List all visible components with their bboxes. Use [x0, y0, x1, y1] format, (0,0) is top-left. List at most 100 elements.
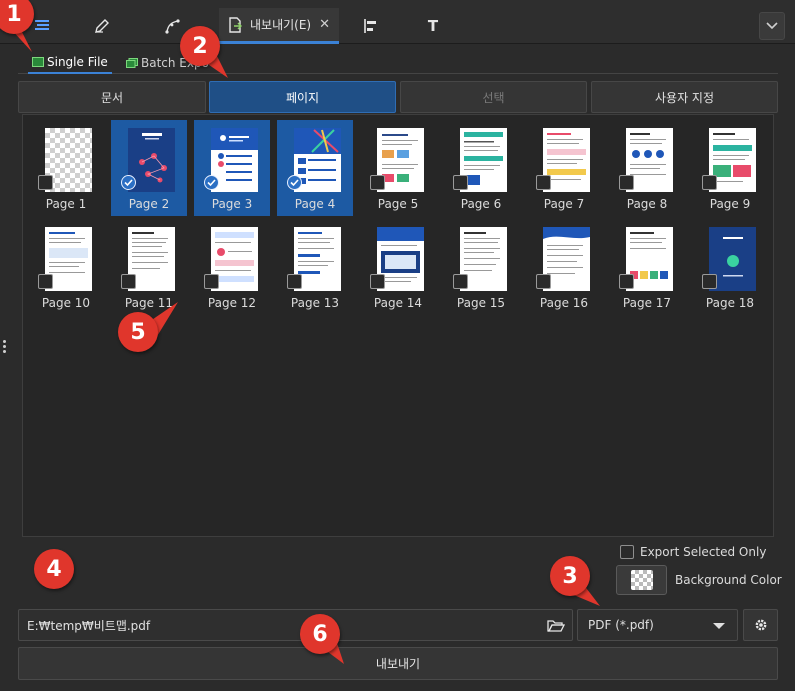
tab-single-file-label: Single File [47, 55, 108, 69]
callout-marker-5: 5 [118, 312, 158, 352]
page-label: Page 11 [124, 296, 174, 310]
tab-edit[interactable] [80, 8, 124, 44]
tab-align[interactable] [350, 8, 390, 44]
tab-close-icon[interactable]: ✕ [319, 17, 330, 32]
page-thumbnail[interactable]: Page 9 [692, 120, 768, 216]
page-label: Page 18 [705, 296, 755, 310]
page-thumbnail[interactable]: Page 15 [443, 219, 519, 315]
export-selected-only-checkbox[interactable]: Export Selected Only [620, 544, 766, 560]
page-checkbox[interactable] [453, 274, 468, 289]
checkbox-box[interactable] [620, 545, 634, 559]
page-label: Page 12 [207, 296, 257, 310]
page-thumbnail[interactable]: Page 12 [194, 219, 270, 315]
page-thumbnail[interactable]: Page 6 [443, 120, 519, 216]
page-thumbnail[interactable]: Page 7 [526, 120, 602, 216]
page-thumbnail[interactable]: Page 16 [526, 219, 602, 315]
page-thumbnail[interactable]: Page 13 [277, 219, 353, 315]
page-thumbnail[interactable]: Page 5 [360, 120, 436, 216]
page-thumbnail[interactable]: Page 17 [609, 219, 685, 315]
page-thumbnail[interactable]: Page 4 [277, 120, 353, 216]
page-checkbox[interactable] [38, 274, 53, 289]
page-thumbnail[interactable]: Page 18 [692, 219, 768, 315]
page-checkbox-checked[interactable] [287, 175, 302, 190]
background-color-swatch-button[interactable] [616, 565, 667, 595]
tab-export[interactable]: 내보내기(E) ✕ [219, 8, 339, 44]
callout-marker-4: 4 [34, 549, 74, 589]
export-selected-only-label: Export Selected Only [640, 545, 767, 559]
range-mode-bar: 문서 페이지 선택 사용자 지정 [18, 81, 778, 113]
batch-export-icon [126, 58, 138, 68]
page-thumbnail[interactable]: Page 11 [111, 219, 187, 315]
layers-icon [35, 20, 49, 30]
page-checkbox[interactable] [536, 274, 551, 289]
page-thumbnail[interactable]: Page 3 [194, 120, 270, 216]
page-label: Page 16 [539, 296, 589, 310]
mode-selection-button[interactable]: 선택 [400, 81, 587, 113]
browse-folder-button[interactable] [546, 616, 566, 636]
page-checkbox[interactable] [287, 274, 302, 289]
page-checkbox[interactable] [619, 274, 634, 289]
page-label: Page 10 [41, 296, 91, 310]
page-checkbox-checked[interactable] [121, 175, 136, 190]
edit-pen-icon [95, 19, 109, 33]
page-label: Page 4 [294, 197, 336, 211]
background-color-control: Background Color [616, 565, 782, 595]
chevron-down-icon [766, 22, 778, 30]
page-checkbox[interactable] [121, 274, 136, 289]
collapse-button[interactable] [759, 12, 785, 40]
background-color-label: Background Color [675, 573, 782, 587]
folder-open-icon [547, 620, 565, 632]
page-checkbox[interactable] [702, 175, 717, 190]
page-label: Page 5 [377, 197, 419, 211]
page-checkbox[interactable] [702, 274, 717, 289]
page-checkbox[interactable] [619, 175, 634, 190]
output-path-field[interactable]: E:₩temp₩비트맵.pdf [18, 609, 573, 641]
text-tool-icon: T [427, 17, 439, 35]
tab-single-file[interactable]: Single File [28, 52, 112, 74]
page-checkbox[interactable] [370, 274, 385, 289]
node-curve-icon [165, 19, 180, 34]
page-thumbnail[interactable]: Page 14 [360, 219, 436, 315]
page-label: Page 7 [543, 197, 585, 211]
page-label: Page 15 [456, 296, 506, 310]
mode-page-button[interactable]: 페이지 [209, 81, 396, 113]
callout-marker-6: 6 [300, 614, 340, 654]
page-label: Page 2 [128, 197, 170, 211]
panel-resize-handle[interactable] [3, 340, 7, 354]
page-thumbnail[interactable]: Page 2 [111, 120, 187, 216]
page-checkbox-checked[interactable] [204, 175, 219, 190]
callout-marker-2: 2 [180, 26, 220, 66]
export-document-icon [229, 16, 242, 33]
mode-document-button[interactable]: 문서 [18, 81, 206, 113]
page-checkbox[interactable] [370, 175, 385, 190]
page-label: Page 3 [211, 197, 253, 211]
transparent-swatch-icon [630, 570, 653, 590]
tab-text-tool[interactable]: T [415, 8, 451, 44]
page-label: Page 13 [290, 296, 340, 310]
tab-export-label: 내보내기(E) [249, 18, 312, 32]
page-label: Page 9 [709, 197, 751, 211]
export-button[interactable]: 내보내기 [18, 647, 778, 680]
page-checkbox[interactable] [38, 175, 53, 190]
page-thumbnail[interactable]: Page 1 [28, 120, 104, 216]
export-mode-tabs: Single File Batch Expo [18, 50, 778, 74]
file-format-select[interactable]: PDF (*.pdf) [577, 609, 738, 641]
file-format-value: PDF (*.pdf) [588, 618, 654, 632]
page-thumbnail[interactable]: Page 10 [28, 219, 104, 315]
page-checkbox[interactable] [204, 274, 219, 289]
page-label: Page 14 [373, 296, 423, 310]
page-label: Page 1 [45, 197, 87, 211]
page-label: Page 17 [622, 296, 672, 310]
top-toolbar: 내보내기(E) ✕ T [0, 0, 795, 44]
gear-icon [755, 619, 766, 631]
output-path-text: E:₩temp₩비트맵.pdf [27, 618, 151, 633]
page-checkbox[interactable] [453, 175, 468, 190]
page-thumbnail[interactable]: Page 8 [609, 120, 685, 216]
page-label: Page 8 [626, 197, 668, 211]
export-settings-button[interactable] [743, 609, 778, 641]
page-checkbox[interactable] [536, 175, 551, 190]
page-label: Page 6 [460, 197, 502, 211]
dropdown-caret-icon [713, 623, 725, 629]
mode-custom-button[interactable]: 사용자 지정 [591, 81, 778, 113]
align-left-icon [364, 19, 376, 33]
